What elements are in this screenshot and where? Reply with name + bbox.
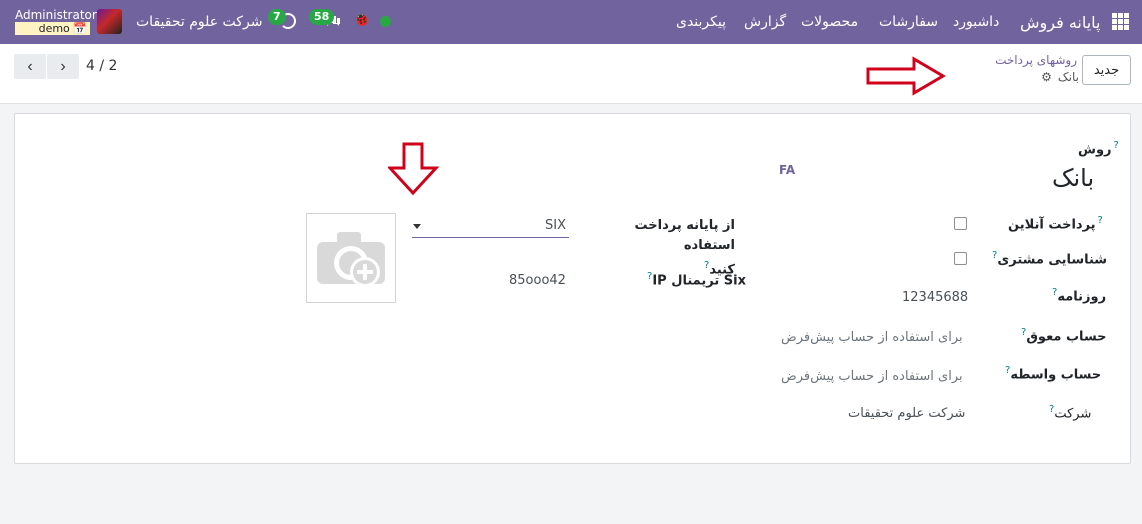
menu-dashboard[interactable]: داشبورد [953,0,999,44]
terminal-select-value: SIX [545,218,566,233]
identify-customer-checkbox[interactable] [954,252,967,265]
chat-count-badge: 58 [309,9,335,25]
menu-reporting[interactable]: گزارش [744,0,786,44]
chevron-down-icon [413,224,421,229]
user-menu[interactable]: Administrator demo 📅 [15,8,97,36]
journal-field[interactable]: 12345688 [902,290,968,305]
company-switcher[interactable]: شرکت علوم تحقیقات [136,0,262,44]
menu-products[interactable]: محصولات [801,0,858,44]
company-label: ?شرکت [1049,404,1092,422]
menu-orders[interactable]: سفارشات [879,0,938,44]
presence-status-icon [380,16,391,27]
company-field[interactable]: شرکت علوم تحقیقات [848,406,965,421]
debug-bug-icon[interactable]: 🐞 [353,12,370,28]
control-panel: جدید روشهای پرداخت ⚙ بانک ‹ › 4 / 2 [0,44,1142,104]
help-icon[interactable]: ? [1114,140,1119,151]
apps-menu-icon[interactable] [1112,13,1129,30]
menu-configuration[interactable]: پیکربندی [676,0,726,44]
outstanding-account-field[interactable]: برای استفاده از حساب پیش‌فرض [781,330,963,345]
annotation-arrow-down-icon [388,142,440,196]
terminal-select[interactable]: SIX [412,215,569,238]
pager-next-button[interactable]: › [47,54,79,79]
pager-previous-button[interactable]: ‹ [14,54,46,79]
user-name: Administrator [15,8,97,22]
annotation-arrow-right-icon [866,56,946,96]
new-button[interactable]: جدید [1082,55,1131,85]
breadcrumb-parent[interactable]: روشهای پرداخت [960,53,1077,67]
breadcrumb-current-label: بانک [1057,70,1079,84]
method-name-field[interactable]: بانک [1052,164,1094,192]
method-label: روش? [1078,140,1119,158]
add-photo-icon [317,232,385,287]
six-ip-label: ?IP تریمنال Six [647,271,746,289]
language-button[interactable]: FA [779,163,795,177]
top-navbar: پایانه فروش داشبورد سفارشات محصولات گزار… [0,0,1142,44]
online-payment-label: پرداخت آنلاین? [1008,215,1103,233]
online-payment-checkbox[interactable] [954,217,967,230]
six-ip-field[interactable]: 85ooo42 [509,273,566,288]
gear-icon[interactable]: ⚙ [1041,70,1052,84]
image-upload-field[interactable] [306,213,396,303]
activity-count-badge: 7 [268,9,286,25]
intermediary-account-field[interactable]: برای استفاده از حساب پیش‌فرض [781,369,963,384]
outstanding-account-label: ?حساب معوق [1021,327,1107,345]
identify-customer-label: ?شناسایی مشتری [992,250,1108,268]
intermediary-account-label: ?حساب واسطه [1005,365,1102,383]
journal-label: ?روزنامه [1052,287,1107,305]
breadcrumb-current: ⚙ بانک [1000,70,1079,84]
form-sheet: روش? بانک FA پرداخت آنلاین? ?شناسایی مشت… [14,113,1131,464]
app-brand[interactable]: پایانه فروش [1020,0,1101,44]
pager-value[interactable]: 4 / 2 [86,58,117,74]
user-avatar[interactable] [97,9,122,34]
database-name: demo 📅 [15,22,90,35]
